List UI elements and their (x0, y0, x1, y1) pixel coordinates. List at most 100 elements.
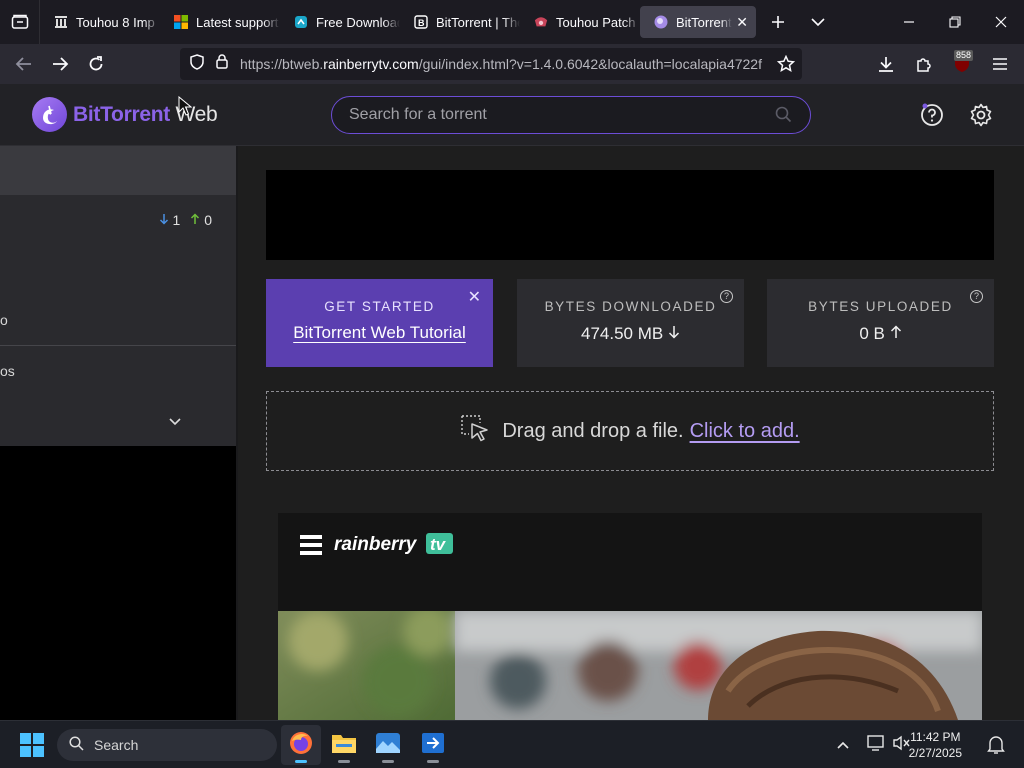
rainberry-tv-panel: rainberry tv (278, 513, 982, 720)
tab-title: Latest support (196, 14, 279, 30)
close-card-icon[interactable]: ✕ (468, 287, 481, 307)
running-indicator (382, 760, 394, 763)
sidebar-item-partial-1[interactable]: o (0, 312, 8, 328)
bittorrent-web-icon (654, 15, 668, 29)
clock-time: 11:42 PM (910, 730, 961, 744)
clock-date: 2/27/2025 (908, 746, 962, 760)
tab-touhou-wiki[interactable]: Touhou 8 Imp (40, 6, 160, 38)
taskbar-firefox[interactable] (281, 725, 321, 765)
tab-touhou-patch[interactable]: Touhou Patch C (520, 6, 640, 38)
bytes-uploaded-card: BYTES UPLOADED 0 B ? (767, 279, 994, 367)
forward-arrow-icon[interactable] (42, 46, 78, 82)
taskbar-app-arrow[interactable] (413, 725, 453, 765)
help-icon[interactable] (919, 102, 945, 133)
rainberry-menu-icon[interactable] (300, 535, 322, 560)
tab-title: Free Download (316, 14, 400, 30)
close-window-icon[interactable] (978, 0, 1024, 44)
running-indicator (338, 760, 350, 763)
close-tab-icon[interactable]: ✕ (736, 14, 748, 31)
tab-microsoft-support[interactable]: Latest support (160, 6, 280, 38)
list-all-tabs-icon[interactable] (798, 0, 838, 44)
drop-text: Drag and drop a file. (502, 419, 684, 442)
sidebar-empty-area (0, 446, 236, 720)
windows-taskbar: Search 11:42 PM 2/27/2025 (0, 720, 1024, 768)
back-arrow-icon[interactable] (6, 46, 42, 82)
reload-icon[interactable] (78, 46, 114, 82)
active-indicator (295, 760, 307, 763)
search-icon (69, 736, 84, 754)
tracking-shield-icon[interactable] (190, 53, 204, 75)
svg-text:B: B (418, 18, 425, 28)
get-started-card: GET STARTED BitTorrent Web Tutorial ✕ (266, 279, 493, 367)
help-circle-icon[interactable]: ? (720, 290, 733, 303)
address-bar[interactable]: https://btweb.rainberrytv.com/gui/index.… (180, 48, 802, 80)
sidebar-divider (0, 345, 236, 346)
url-text: https://btweb.rainberrytv.com/gui/index.… (240, 56, 762, 72)
extensions-puzzle-icon[interactable] (906, 46, 942, 82)
ad-banner (266, 170, 994, 260)
tab-title: Touhou Patch C (556, 14, 640, 30)
tab-bittorrent-web[interactable]: BitTorrent W ✕ (640, 6, 756, 38)
featured-video-thumbnail[interactable] (278, 611, 982, 720)
chevron-down-icon[interactable] (168, 414, 182, 432)
microsoft-icon (174, 15, 188, 29)
show-hidden-icons-chevron-icon[interactable] (836, 737, 850, 755)
taskbar-clock[interactable]: 11:42 PM 2/27/2025 (909, 729, 962, 761)
app-arrow-icon (421, 732, 445, 759)
ublock-extension-icon[interactable]: 858 (944, 46, 980, 82)
taskbar-photos[interactable] (368, 725, 408, 765)
lock-icon[interactable] (216, 54, 228, 74)
navigation-bar: https://btweb.rainberrytv.com/gui/index.… (0, 44, 1024, 84)
logo-text: BitTorrent Web (73, 102, 218, 126)
sidebar: 1 0 o os (0, 146, 236, 446)
tutorial-link[interactable]: BitTorrent Web Tutorial (266, 323, 493, 343)
hamburger-menu-icon[interactable] (982, 46, 1018, 82)
sidebar-selected-item[interactable] (0, 146, 236, 195)
downloads-icon[interactable] (868, 46, 904, 82)
folder-icon (331, 732, 357, 759)
bytes-downloaded-value: 474.50 MB (517, 324, 744, 344)
get-started-label: GET STARTED (324, 299, 435, 314)
touhou-icon (534, 15, 548, 29)
browser-tab-bar: Touhou 8 Imp Latest support Free Downloa… (0, 0, 1024, 44)
app-header: BitTorrent Web (0, 84, 1024, 146)
network-icon[interactable] (866, 734, 886, 757)
minimize-icon[interactable] (886, 0, 932, 44)
taskbar-search-box[interactable]: Search (57, 729, 277, 761)
windows-start-icon[interactable] (20, 733, 44, 762)
tab-title: BitTorrent | The (436, 14, 520, 30)
tab-title: BitTorrent W (676, 14, 732, 30)
torrent-search-bar[interactable] (331, 96, 811, 134)
upload-count: 0 (190, 212, 212, 228)
svg-text:rainberry: rainberry (334, 534, 418, 555)
transfer-counts: 1 0 (159, 212, 212, 228)
tab-free-download[interactable]: Free Download (280, 6, 400, 38)
new-tab-icon[interactable] (758, 0, 798, 44)
arrow-down-icon (159, 214, 168, 225)
bookmark-star-icon[interactable] (768, 46, 804, 82)
bittorrent-logo-icon (32, 97, 67, 132)
tab-bittorrent[interactable]: B BitTorrent | The (400, 6, 520, 38)
main-content: GET STARTED BitTorrent Web Tutorial ✕ BY… (238, 146, 1024, 720)
click-to-add-link[interactable]: Click to add. (690, 420, 800, 443)
notification-bell-icon[interactable] (987, 735, 1005, 760)
search-icon[interactable] (775, 106, 792, 128)
restore-icon[interactable] (932, 0, 978, 44)
drop-zone[interactable]: Drag and drop a file. Click to add. (266, 391, 994, 471)
tab-list-icon[interactable] (0, 0, 40, 44)
taskbar-file-explorer[interactable] (324, 725, 364, 765)
bytes-downloaded-card: BYTES DOWNLOADED 474.50 MB ? (517, 279, 744, 367)
wiki-icon (54, 15, 68, 29)
tab-title: Touhou 8 Imp (76, 14, 155, 30)
arrow-down-icon (668, 326, 680, 339)
extension-badge: 858 (954, 50, 974, 61)
taskbar-search-label: Search (94, 737, 139, 753)
bytes-downloaded-label: BYTES DOWNLOADED (544, 299, 717, 314)
rainberry-tv-logo[interactable]: rainberry tv (334, 531, 454, 562)
settings-gear-icon[interactable] (968, 102, 994, 133)
softonic-icon (294, 15, 308, 29)
sidebar-item-partial-2[interactable]: os (0, 363, 15, 379)
torrent-search-input[interactable] (349, 106, 749, 124)
bittorrent-b-icon: B (414, 15, 428, 29)
help-circle-icon[interactable]: ? (970, 290, 983, 303)
